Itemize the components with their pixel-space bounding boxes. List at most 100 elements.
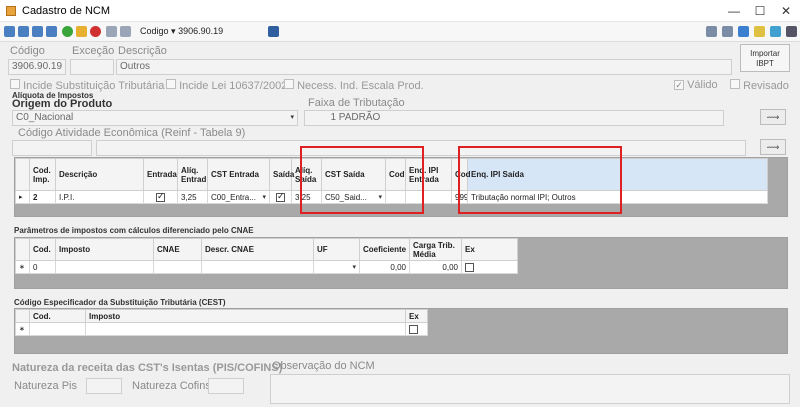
cest-col-cod[interactable]: Cod. [29,309,86,323]
cnae-col-cnae[interactable]: CNAE [153,238,202,261]
col-saida[interactable]: Saída [269,158,294,191]
faixa-field[interactable]: 1 PADRÃO [304,110,724,126]
cest-col-imposto[interactable]: Imposto [85,309,406,323]
faixa-pick-button[interactable]: ⟿ [760,109,786,125]
origem-label: Origem do Produto [12,98,113,110]
print-icon[interactable] [706,26,717,37]
codigo-search-label: Codigo [140,26,169,36]
filter-icon[interactable] [754,26,765,37]
cnae-col-descr[interactable]: Descr. CNAE [201,238,314,261]
cnae-col-ex[interactable]: Ex [461,238,518,261]
descricao-label: Descrição [118,45,167,57]
cell-entrada[interactable] [143,190,178,204]
prev-record-icon[interactable] [18,26,29,37]
incide-lei-checkbox[interactable]: Incide Lei 10637/2002 [166,79,287,92]
cest-ex-checkbox[interactable] [409,324,418,334]
necess-ind-box[interactable] [284,79,294,89]
cell-saida[interactable] [269,190,292,204]
revisado-box[interactable] [730,79,740,89]
cnae-col-uf[interactable]: UF [313,238,360,261]
cst-entrada-value: C00_Entra... [211,192,256,202]
origem-chevron-down-icon[interactable]: ▾ [290,111,294,125]
natureza-pis-field[interactable] [86,378,122,394]
atividade-label: Código Atividade Econômica (Reinf - Tabe… [18,127,246,139]
cnae-col-carga[interactable]: Carga Trib. Média [409,238,462,261]
cnae-col-coeficiente[interactable]: Coeficiente [359,238,410,261]
faixa-num: 1 [330,112,336,123]
cnae-cell-uf[interactable]: ▾ [313,260,360,274]
cnae-cell-carga[interactable]: 0,00 [409,260,462,274]
app-icon [6,6,16,16]
help-icon[interactable] [770,26,781,37]
cest-section-title: Código Especificador da Substituição Tri… [14,298,226,307]
cell-cst-entrada[interactable]: C00_Entra... ▾ [207,190,270,204]
cst-entrada-chevron-down-icon[interactable]: ▾ [262,193,266,201]
cnae-col-imposto[interactable]: Imposto [55,238,154,261]
revisado-checkbox[interactable]: Revisado [730,79,789,92]
observacao-textarea[interactable] [270,374,790,404]
close-icon[interactable]: ✕ [776,3,796,19]
cnae-cell-cod[interactable]: 0 [29,260,56,274]
saida-checkbox[interactable] [276,192,285,202]
grid-icon[interactable] [268,26,279,37]
descricao-field[interactable]: Outros [116,59,732,75]
natureza-cofins-field[interactable] [208,378,244,394]
cell-descricao[interactable]: I.P.I. [55,190,144,204]
last-record-icon[interactable] [46,26,57,37]
codigo-search-value: 3906.90.19 [178,26,224,36]
delete-icon[interactable] [90,26,101,37]
col-descricao[interactable]: Descrição [55,158,144,191]
incide-st-box[interactable] [10,79,20,89]
add-icon[interactable] [62,26,73,37]
col-entrada[interactable]: Entrada [143,158,178,191]
entrada-checkbox[interactable] [156,192,165,202]
row-selector-icon[interactable]: ▸ [15,190,30,204]
atividade-code-field[interactable] [12,140,92,156]
table-row[interactable]: ∗ [15,322,428,336]
edit-icon[interactable] [76,26,87,37]
cnae-cell-cnae[interactable] [153,260,202,274]
origem-value: C0_Nacional [16,112,74,123]
cell-cod[interactable]: 2 [29,190,56,204]
maximize-icon[interactable]: ☐ [750,3,770,19]
col-cod-imp[interactable]: Cod. Imp. [29,158,56,191]
codigo-field[interactable]: 3906.90.19 [8,59,66,75]
minimize-icon[interactable]: — [724,3,744,19]
undo-icon[interactable] [120,26,131,37]
next-record-icon[interactable] [32,26,43,37]
first-record-icon[interactable] [4,26,15,37]
cest-cell-imposto[interactable] [85,322,406,336]
atividade-pick-button[interactable]: ⟿ [760,139,786,155]
table-row[interactable]: ∗ 0 ▾ 0,00 0,00 [15,260,518,274]
codigo-search[interactable]: Codigo ▾ 3906.90.19 [140,26,223,37]
valido-checkbox[interactable]: ✓ Válido [674,79,718,91]
cnae-cell-coeficiente[interactable]: 0,00 [359,260,410,274]
cnae-section-title: Parâmetros de impostos com cálculos dife… [14,226,254,235]
title-bar: Cadastro de NCM — ☐ ✕ [0,0,800,22]
origem-select[interactable]: C0_Nacional ▾ [12,110,298,126]
save-icon[interactable] [106,26,117,37]
cell-aliq-entrada[interactable]: 3,25 [177,190,208,204]
valido-box[interactable]: ✓ [674,80,684,90]
cest-cell-cod[interactable] [29,322,86,336]
excecao-field[interactable] [70,59,114,75]
cnae-cell-ex[interactable] [461,260,518,274]
cest-row-header-corner [15,309,30,323]
importar-ibpt-button[interactable]: Importar IBPT [740,44,790,72]
col-aliq-entrada[interactable]: Alíq. Entrad [177,158,208,191]
cest-col-ex[interactable]: Ex [405,309,428,323]
zoom-icon[interactable] [722,26,733,37]
window-title: Cadastro de NCM [22,5,111,17]
calculator-icon[interactable] [738,26,749,37]
cest-cell-ex[interactable] [405,322,428,336]
necess-ind-checkbox[interactable]: Necess. Ind. Escala Prod. [284,79,424,92]
incide-lei-box[interactable] [166,79,176,89]
col-cst-entrada[interactable]: CST Entrada [207,158,270,191]
cnae-col-cod[interactable]: Cod. [29,238,56,261]
uf-chevron-down-icon[interactable]: ▾ [352,263,356,271]
cnae-cell-imposto[interactable] [55,260,154,274]
observacao-label: Observação do NCM [272,360,375,372]
cnae-cell-descr[interactable] [201,260,314,274]
menu-icon[interactable] [786,26,797,37]
cnae-ex-checkbox[interactable] [465,262,474,272]
